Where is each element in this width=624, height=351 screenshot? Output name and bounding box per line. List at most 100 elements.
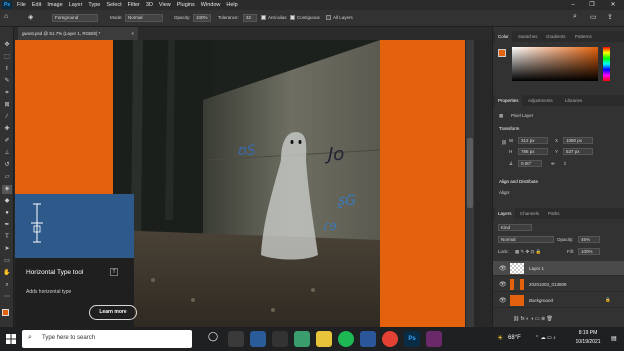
zoom-tool-icon[interactable]: ⌕ — [2, 281, 12, 290]
edge-browser-icon[interactable] — [294, 331, 310, 347]
blend-mode-select[interactable]: Normal — [498, 236, 554, 243]
quick-select-tool-icon[interactable]: ✎ — [2, 77, 12, 86]
tab-layers[interactable]: Layers — [495, 208, 515, 219]
menu-image[interactable]: Image — [44, 2, 65, 8]
search-icon[interactable]: ⌕ — [573, 13, 577, 21]
file-explorer-icon[interactable] — [316, 331, 332, 347]
fill-source-select[interactable]: Foreground — [52, 14, 98, 22]
taskbar-app-icon[interactable] — [228, 331, 244, 347]
menu-view[interactable]: View — [156, 2, 174, 8]
opacity-input[interactable]: 100% — [193, 14, 211, 22]
tolerance-input[interactable]: 32 — [243, 14, 257, 22]
menu-plugins[interactable]: Plugins — [174, 2, 198, 8]
clock-date[interactable]: 10/19/2021 — [570, 339, 606, 345]
notifications-icon[interactable]: ▤ — [611, 335, 617, 342]
y-input[interactable]: 537 px — [563, 148, 593, 155]
contiguous-checkbox[interactable] — [290, 15, 295, 20]
menu-type[interactable]: Type — [85, 2, 103, 8]
menu-select[interactable]: Select — [103, 2, 124, 8]
x-input[interactable]: 1080 px — [563, 137, 593, 144]
fill-input[interactable]: 100% — [578, 248, 600, 255]
task-view-icon[interactable]: ◯ — [205, 331, 221, 347]
paint-bucket-tool-icon[interactable]: ◈ — [2, 185, 12, 194]
tab-channels[interactable]: Channels — [520, 208, 539, 219]
mail-app-icon[interactable] — [272, 331, 288, 347]
path-select-tool-icon[interactable]: ➤ — [2, 245, 12, 254]
width-input[interactable]: 312 px — [518, 137, 548, 144]
tab-libraries[interactable]: Libraries — [565, 95, 582, 106]
photoshop-taskbar-icon[interactable]: Ps — [404, 331, 420, 347]
antialias-checkbox[interactable] — [261, 15, 266, 20]
dodge-tool-icon[interactable]: ● — [2, 209, 12, 218]
close-tab-icon[interactable]: × — [131, 27, 134, 40]
menu-file[interactable]: File — [14, 2, 29, 8]
menu-3d[interactable]: 3D — [143, 2, 156, 8]
windows-start-icon[interactable] — [6, 334, 16, 344]
menu-filter[interactable]: Filter — [125, 2, 143, 8]
all-layers-checkbox[interactable] — [326, 15, 331, 20]
color-panel-foreground-swatch[interactable] — [498, 49, 506, 57]
more-tools-icon[interactable]: ⋯ — [2, 293, 12, 302]
tab-properties[interactable]: Properties — [495, 95, 522, 106]
crop-tool-icon[interactable]: ⌗ — [2, 89, 12, 98]
taskbar-app-icon[interactable] — [426, 331, 442, 347]
chrome-icon[interactable] — [382, 331, 398, 347]
clock-time[interactable]: 8:19 PM — [570, 330, 606, 336]
document-tab[interactable]: gwost.psd @ 51.7% (Layer 1, RGB/8) * × — [18, 27, 138, 40]
tab-gradients[interactable]: Gradients — [546, 31, 566, 42]
rectangle-tool-icon[interactable]: ▭ — [2, 257, 12, 266]
paint-bucket-icon[interactable]: ◈ — [28, 13, 33, 21]
lasso-tool-icon[interactable]: ℓ — [2, 65, 12, 74]
eye-icon[interactable]: 👁 — [499, 265, 507, 272]
flip-horizontal-icon[interactable]: ⇹ — [551, 161, 555, 167]
workspace-icon[interactable]: ▭ — [590, 13, 597, 21]
angle-input[interactable]: 0.00° — [518, 160, 542, 167]
eye-icon[interactable]: 👁 — [499, 281, 507, 288]
brush-tool-icon[interactable]: ✐ — [2, 137, 12, 146]
layer-row-photo[interactable]: 👁 20201003_013808 — [493, 277, 624, 292]
link-dimensions-icon[interactable]: ⛓ — [501, 140, 507, 146]
marquee-tool-icon[interactable]: ⬚ — [2, 53, 12, 62]
menu-help[interactable]: Help — [223, 2, 240, 8]
close-icon[interactable]: ✕ — [606, 0, 620, 10]
frame-tool-icon[interactable]: ⊠ — [2, 101, 12, 110]
healing-brush-tool-icon[interactable]: ✚ — [2, 125, 12, 134]
home-icon[interactable]: ⌂ — [4, 13, 8, 20]
clone-stamp-tool-icon[interactable]: ⊥ — [2, 149, 12, 158]
system-tray-icons[interactable]: ⌃ ☁ ▭ ♪ — [535, 335, 556, 341]
ghost-photo-layer[interactable]: ʊS Jo ʂG ɾɘ — [113, 40, 380, 327]
share-icon[interactable]: ⇪ — [607, 13, 613, 21]
hand-tool-icon[interactable]: ✋ — [2, 269, 12, 278]
menu-layer[interactable]: Layer — [66, 2, 86, 8]
weather-temperature[interactable]: 68°F — [508, 335, 521, 341]
vertical-scrollbar[interactable] — [466, 40, 474, 327]
minimize-icon[interactable]: – — [566, 0, 580, 10]
layer-row-layer-1[interactable]: 👁 Layer 1 — [493, 261, 624, 276]
learn-more-button[interactable]: Learn more — [89, 305, 137, 320]
calendar-app-icon[interactable] — [250, 331, 266, 347]
eye-icon[interactable]: 👁 — [499, 297, 507, 304]
eyedropper-tool-icon[interactable]: ⁄ — [2, 113, 12, 122]
word-icon[interactable] — [360, 331, 376, 347]
taskbar-search-input[interactable]: ⌕ Type here to search — [22, 330, 192, 348]
blur-tool-icon[interactable]: ◆ — [2, 197, 12, 206]
foreground-color-swatch[interactable] — [2, 309, 9, 316]
tab-adjustments[interactable]: Adjustments — [528, 95, 553, 106]
tab-swatches[interactable]: Swatches — [518, 31, 538, 42]
tab-patterns[interactable]: Patterns — [575, 31, 592, 42]
type-tool-icon[interactable]: T — [2, 233, 12, 242]
eraser-tool-icon[interactable]: ▱ — [2, 173, 12, 182]
maximize-icon[interactable]: ❐ — [585, 0, 599, 10]
layer-opacity-input[interactable]: 45% — [578, 236, 600, 243]
lock-icons[interactable]: ▦ ✎ ✥ ⊡ 🔒 — [515, 249, 541, 255]
spotify-icon[interactable] — [338, 331, 354, 347]
color-field[interactable] — [512, 47, 598, 81]
height-input[interactable]: 786 px — [518, 148, 548, 155]
flip-vertical-icon[interactable]: ⇳ — [563, 161, 567, 167]
history-brush-tool-icon[interactable]: ↺ — [2, 161, 12, 170]
layer-row-background[interactable]: 👁 Background 🔒 — [493, 293, 624, 308]
scrollbar-thumb[interactable] — [467, 138, 473, 208]
hue-slider[interactable] — [603, 47, 610, 81]
layer-footer-icons[interactable]: ⛓ fx ◐ ◑ ▭ ⊕ 🗑 — [493, 316, 624, 327]
layer-kind-filter[interactable]: Kind — [498, 224, 532, 231]
